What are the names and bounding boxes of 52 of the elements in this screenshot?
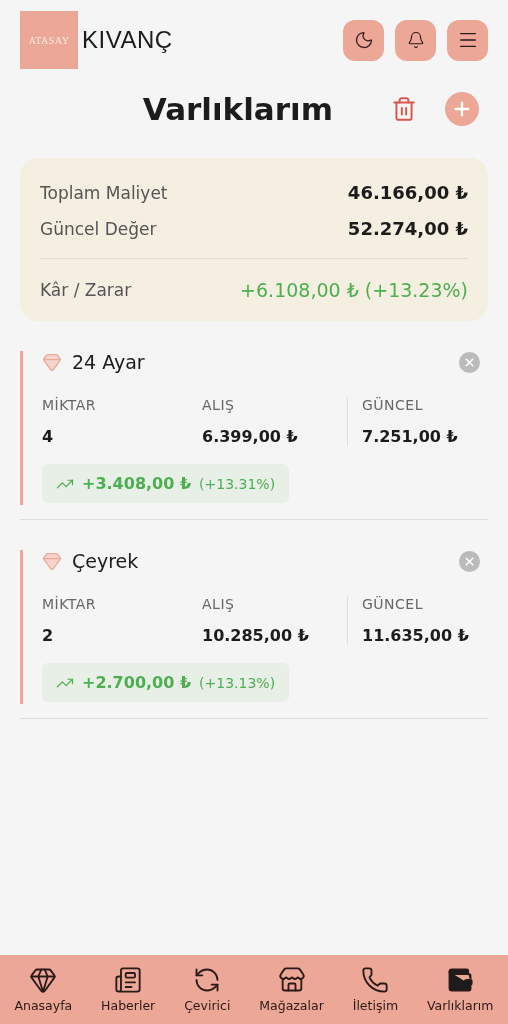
asset-name: Çeyrek <box>72 550 139 572</box>
nav-item[interactable]: Çevirici <box>184 966 231 1013</box>
column-value: 10.285,00 ₺ <box>202 626 310 645</box>
asset-name: 24 Ayar <box>72 351 145 373</box>
column-value: 4 <box>42 427 55 446</box>
column-label: GÜNCEL <box>362 397 424 413</box>
close-icon <box>463 554 476 568</box>
nav-item[interactable]: Anasayfa <box>14 966 73 1013</box>
column-label: MİKTAR <box>42 397 98 413</box>
column-value: 7.251,00 ₺ <box>362 427 459 446</box>
nav-item[interactable]: İletişim <box>352 966 399 1013</box>
profit-label: Kâr / Zarar <box>40 280 132 300</box>
moon-icon <box>353 30 374 50</box>
store-icon <box>277 966 306 994</box>
gain-value: +2.700,00 ₺ <box>82 673 192 692</box>
dark-mode-button[interactable] <box>343 19 384 61</box>
summary-value: 52.274,00 ₺ <box>347 218 468 239</box>
phone-icon <box>361 966 390 994</box>
remove-button[interactable] <box>459 550 480 572</box>
trash-icon <box>391 96 417 122</box>
remove-button[interactable] <box>459 351 480 373</box>
gain-percent: (+13.31%) <box>199 475 276 492</box>
summary-label: Güncel Değer <box>40 218 157 239</box>
profit-value: +6.108,00 ₺ (+13.23%) <box>240 279 468 301</box>
nav-item[interactable]: Mağazalar <box>259 966 324 1013</box>
add-button[interactable] <box>445 92 479 126</box>
notifications-button[interactable] <box>395 19 436 61</box>
nav-item[interactable]: Haberler <box>101 966 156 1013</box>
page-title: Varlıklarım <box>142 91 333 127</box>
bell-icon <box>406 31 425 49</box>
brand-name: KIVANÇ <box>82 26 173 54</box>
gain-value: +3.408,00 ₺ <box>82 474 192 493</box>
column-label: ALIŞ <box>202 596 236 612</box>
diamond-icon <box>42 551 62 571</box>
diamond-icon <box>29 966 58 994</box>
diamond-icon <box>42 352 62 372</box>
close-icon <box>463 355 476 369</box>
gain-percent: (+13.13%) <box>199 674 276 691</box>
column-label: MİKTAR <box>42 596 98 612</box>
column-label: GÜNCEL <box>362 596 424 612</box>
summary-value: 46.166,00 ₺ <box>347 182 468 203</box>
brand-logo: ATASAY <box>20 11 78 69</box>
column-label: ALIŞ <box>202 397 236 413</box>
summary-label: Toplam Maliyet <box>40 182 168 203</box>
newspaper-icon <box>114 966 143 994</box>
column-value: 2 <box>42 626 55 645</box>
delete-button[interactable] <box>391 96 417 122</box>
column-value: 11.635,00 ₺ <box>362 626 470 645</box>
wallet-icon <box>446 966 475 994</box>
menu-button[interactable] <box>447 19 488 61</box>
nav-item[interactable]: Varlıklarım <box>427 966 494 1013</box>
column-value: 6.399,00 ₺ <box>202 427 299 446</box>
